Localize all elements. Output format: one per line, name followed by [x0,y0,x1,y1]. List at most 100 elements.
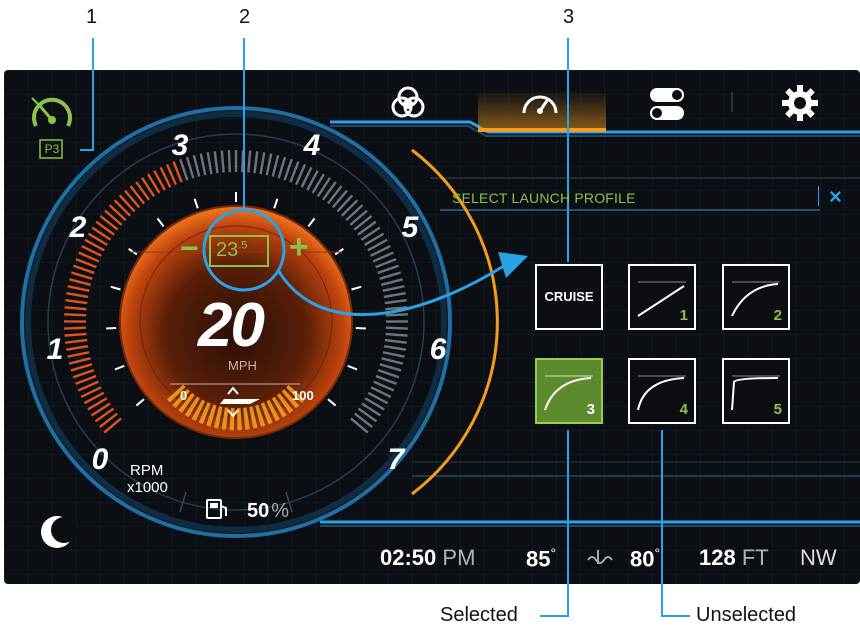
trim-max-label: 100 [292,388,314,403]
rpm-segment [192,154,201,177]
rpm-segment [65,338,88,344]
profile-number: 3 [586,401,595,418]
panel-close-button[interactable]: × [829,184,842,210]
profile-3[interactable]: 3 [535,358,603,424]
rpm-segment [384,299,407,305]
rpm-segment [69,278,91,286]
rpm-label: RPM [130,462,164,479]
rpm-segment [199,153,207,176]
rpm-tick-4: 4 [303,129,321,162]
time-ampm: PM [442,545,476,570]
profile-4[interactable]: 4 [628,358,696,424]
rpm-segment [64,313,87,317]
water-temp-value: 80 [630,546,655,572]
rpm-segment [66,344,89,351]
rpm-tick-0: 0 [91,443,109,476]
depth-unit: FT [741,545,769,570]
profile-number: 1 [679,307,688,324]
setpoint-plus-button[interactable]: + [289,228,309,267]
nav-settings-button[interactable] [760,78,840,128]
profile-number: 5 [773,401,782,418]
water-temp-icon [586,548,616,573]
rpm-segment [385,326,408,330]
nav-lighting-button[interactable] [368,78,448,128]
profile-label: CRUISE [544,289,594,304]
setpoint-value: 23.5 [216,239,247,262]
annotation-selected: Selected [440,604,518,626]
profile-indicator-label[interactable]: P3 [41,142,63,156]
rpm-segment [381,357,404,365]
setpoint-whole: 23 [216,239,239,261]
fuel-unit: % [271,500,290,522]
speedometer-profile-icon [31,97,72,127]
rpm-minor-tick [347,364,358,371]
rpm-segment [64,332,87,337]
rpm-segment [240,150,245,173]
status-heading: NW [800,545,837,570]
water-temp-degree: ° [654,545,661,561]
rpm-segment [172,161,183,183]
air-temp-degree: ° [550,545,557,561]
rpm-segment [67,285,90,292]
rpm-unit: x1000 [127,479,168,496]
rpm-segment [271,154,280,177]
rpm-minor-tick [135,398,145,407]
toggle-switches-icon [650,88,684,120]
annotation-unselected: Unselected [696,604,797,626]
rpm-segment [65,299,88,305]
rpm-tick-6: 6 [429,333,447,366]
gauge-icon [522,95,558,114]
status-air-temp: 85° [526,545,556,572]
panel-title: SELECT LAUNCH PROFILE [452,190,636,206]
rpm-segment [73,264,95,275]
rpm-segment [379,363,402,372]
rpm-minor-tick [351,285,362,291]
rpm-segment [385,332,408,337]
status-depth: 128 FT [699,545,769,571]
rpm-segment [75,374,97,386]
rpm-segment [206,152,213,175]
profile-1[interactable]: 1 [628,264,696,330]
gear-icon [782,85,818,121]
profile-5[interactable]: 5 [722,358,790,424]
fuel-level: 50% [247,500,289,523]
rpm-minor-tick [273,198,279,209]
rpm-segment [383,292,406,299]
setpoint-minus-button[interactable]: − [180,230,199,267]
rpm-tick-2: 2 [69,211,87,244]
rpm-tick-3: 3 [171,129,189,162]
rpm-segment [220,150,225,173]
nav-gauge-button[interactable] [500,78,580,128]
rpm-segment [277,156,287,179]
rpm-segment [384,338,407,344]
rpm-minor-tick [307,217,316,227]
air-temp-value: 85 [526,546,551,572]
status-water-temp: 80° [630,545,660,572]
rpm-minor-tick [110,285,121,291]
rpm-segment [383,344,406,351]
rpm-segment [227,150,232,173]
rpm-tick-1: 1 [46,333,64,366]
rpm-minor-tick [156,217,165,227]
profile-2[interactable]: 2 [722,264,790,330]
status-time: 02:50 PM [380,545,475,571]
rpm-minor-tick [114,364,125,371]
rpm-segment [259,152,266,175]
rpm-segment [377,264,399,275]
rpm-segment [70,271,93,280]
fuel-value: 50 [247,500,270,522]
rpm-segment [283,158,293,181]
rpm-segment [381,278,403,286]
profile-number: 4 [679,401,688,418]
rpm-segment [66,292,89,299]
rpm-segment [385,313,408,317]
rpm-segment [213,151,219,174]
profile-cruise[interactable]: CRUISE [535,264,603,330]
rpm-segment [70,363,93,372]
rpm-segment [68,357,91,365]
setpoint-decimal: .5 [238,239,248,252]
nav-toggles-button[interactable] [628,78,708,128]
rpm-tick-5: 5 [401,211,419,244]
depth-value: 128 [699,545,736,570]
rpm-segment [67,351,90,358]
